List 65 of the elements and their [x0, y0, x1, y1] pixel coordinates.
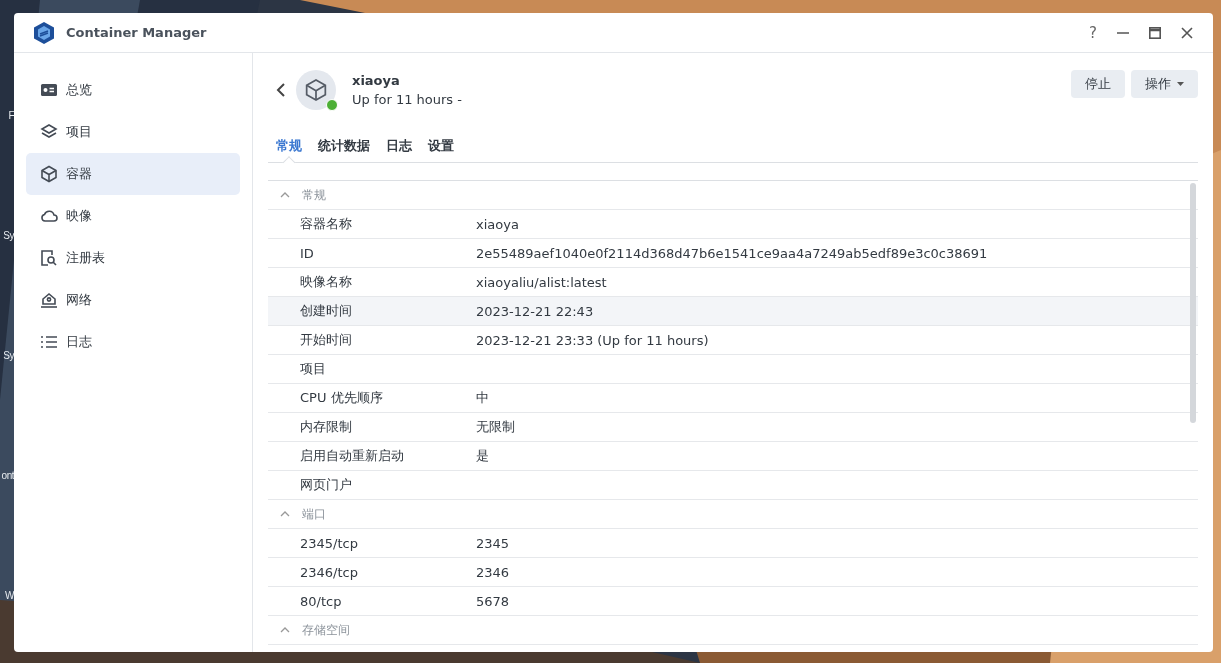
field-label: 开始时间	[300, 331, 353, 349]
section-title: 存储空间	[302, 621, 350, 639]
field-label: 网页门户	[300, 476, 353, 494]
tab[interactable]: 日志	[378, 130, 420, 162]
help-button[interactable]: ?	[1089, 23, 1097, 42]
field-label: ID	[300, 245, 315, 261]
field-label: 容器名称	[300, 215, 353, 233]
sidebar-item[interactable]: 网络	[26, 279, 240, 321]
field-label: 创建时间	[300, 302, 353, 320]
desktop-icon-label[interactable]: F	[8, 110, 14, 121]
close-icon[interactable]	[1181, 26, 1193, 39]
tab[interactable]: 设置	[420, 130, 462, 162]
maximize-icon[interactable]	[1149, 26, 1161, 39]
sidebar-item[interactable]: 映像	[26, 195, 240, 237]
window-title: Container Manager	[66, 25, 207, 40]
desktop-icon-label[interactable]: W	[5, 590, 14, 601]
document-search-icon	[40, 249, 58, 267]
sidebar-item[interactable]: 注册表	[26, 237, 240, 279]
field-value: 2346	[476, 564, 510, 580]
field-label: 2345/tcp	[300, 535, 359, 551]
field-value: 2023-12-21 23:33 (Up for 11 hours)	[476, 332, 709, 348]
sidebar-item[interactable]: 项目	[26, 111, 240, 153]
section-title: 常规	[302, 186, 326, 204]
sidebar-item[interactable]: 日志	[26, 321, 240, 363]
action-button[interactable]: 操作	[1131, 70, 1198, 98]
field-label: 映像名称	[300, 273, 353, 291]
field-value: 2345	[476, 535, 510, 551]
field-label: 项目	[300, 360, 327, 378]
sidebar-item[interactable]: 总览	[26, 69, 240, 111]
tab[interactable]: 统计数据	[310, 130, 378, 162]
field-value: xiaoya	[476, 216, 519, 232]
cloud-icon	[40, 207, 58, 225]
field-value: xiaoyaliu/alist:latest	[476, 274, 607, 290]
desktop-icon-label[interactable]: ont	[1, 470, 14, 481]
field-label: CPU 优先顺序	[300, 389, 384, 407]
layers-icon	[40, 123, 58, 141]
desktop-icon-label[interactable]: Sy	[3, 230, 14, 241]
id-card-icon	[40, 81, 58, 99]
field-value: 中	[476, 389, 489, 407]
chevron-up-icon[interactable]	[280, 511, 290, 517]
field-value: 无限制	[476, 418, 515, 436]
field-label: 80/tcp	[300, 593, 343, 609]
back-icon[interactable]	[276, 82, 286, 98]
container-status: Up for 11 hours -	[352, 92, 462, 107]
action-button[interactable]: 停止	[1071, 70, 1125, 98]
app-logo-icon	[34, 21, 54, 44]
cube-icon	[40, 165, 58, 183]
caret-icon	[1177, 82, 1184, 86]
field-label: 内存限制	[300, 418, 353, 436]
cube-icon	[304, 78, 328, 102]
container-name: xiaoya	[352, 73, 401, 88]
section-title: 端口	[302, 505, 326, 523]
field-value: 2023-12-21 22:43	[476, 303, 594, 319]
chevron-up-icon[interactable]	[280, 627, 290, 633]
field-value: 5678	[476, 593, 510, 609]
field-label: 2346/tcp	[300, 564, 359, 580]
list-icon	[40, 333, 58, 351]
scrollbar[interactable]	[1190, 183, 1196, 423]
sidebar-item[interactable]: 容器	[26, 153, 240, 195]
field-value: 是	[476, 447, 489, 465]
field-label: 启用自动重新启动	[300, 447, 405, 465]
field-value: 2e55489aef1040e0f2114d368d47b6e1541ce9aa4a7249ab5edf89e3c0c38691	[476, 245, 988, 261]
house-icon	[40, 291, 58, 309]
chevron-up-icon[interactable]	[280, 192, 290, 198]
desktop-icon-label[interactable]: Sy	[3, 350, 14, 361]
